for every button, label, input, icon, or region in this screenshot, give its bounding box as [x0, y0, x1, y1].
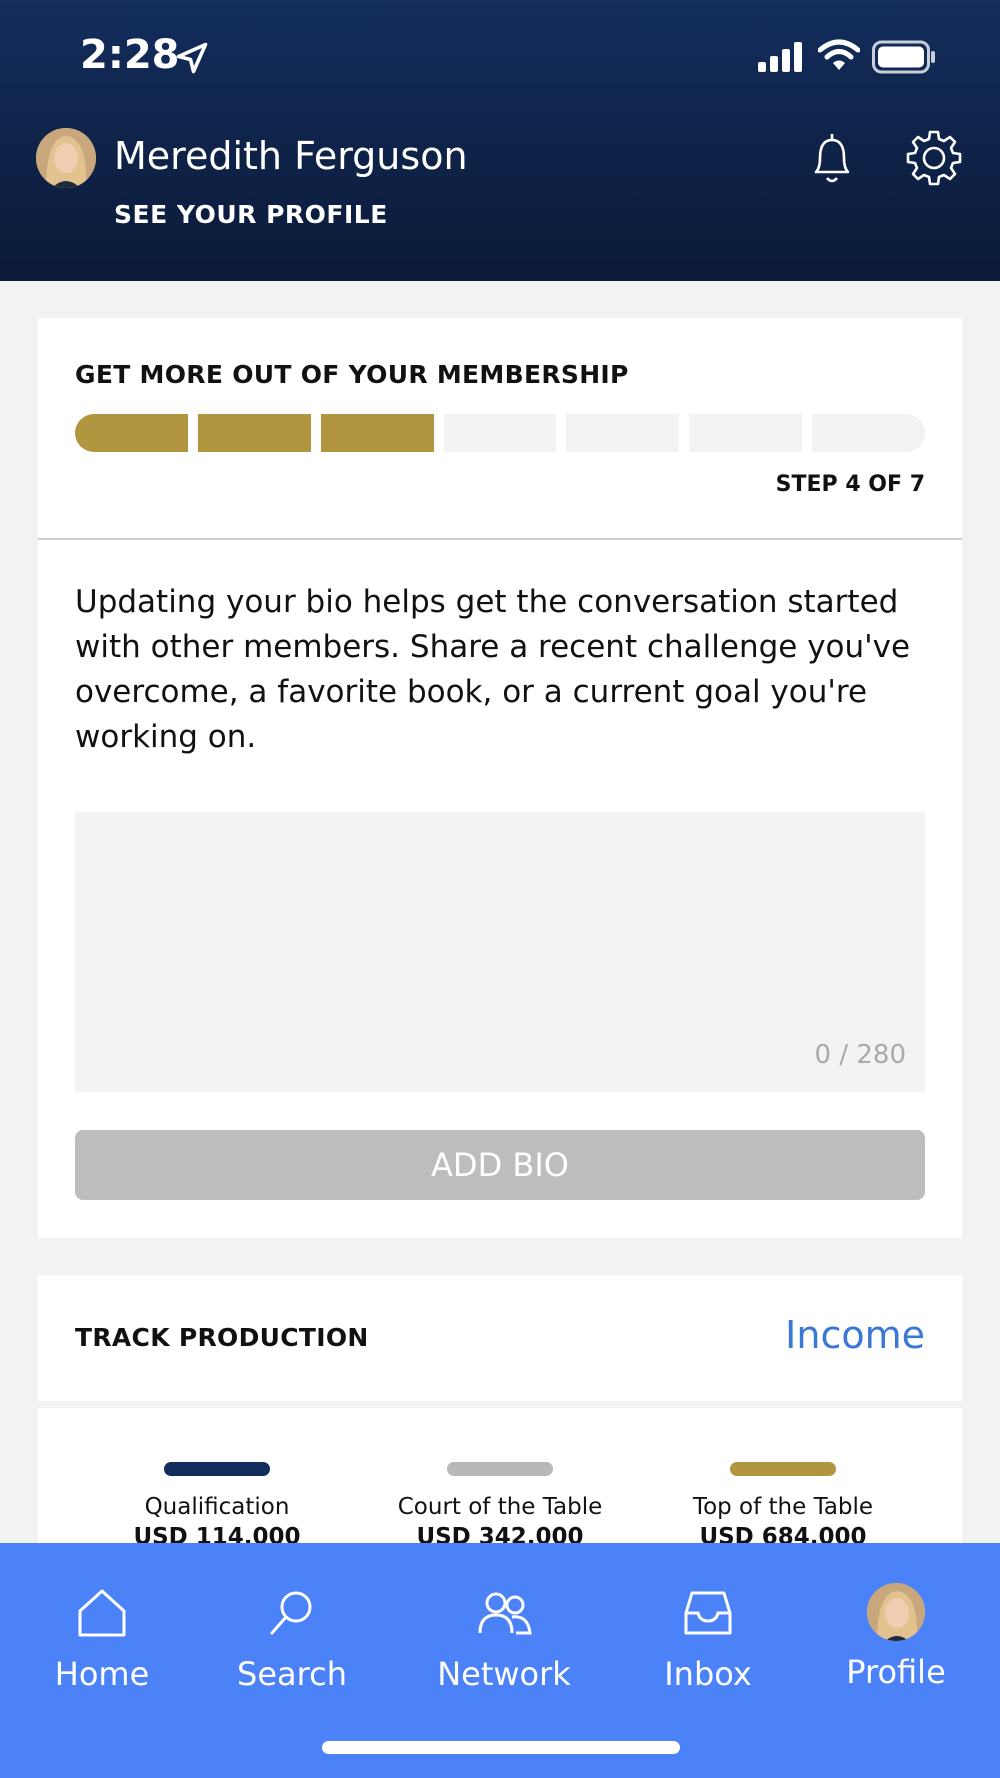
avatar[interactable]: [36, 128, 96, 188]
home-icon: [78, 1589, 126, 1637]
signal-icon: [758, 42, 802, 72]
header: 2:28 Meredith Ferguson SEE YOUR PROFILE: [0, 0, 1000, 281]
tab-search[interactable]: Search: [212, 1583, 372, 1693]
tab-label: Inbox: [664, 1655, 752, 1693]
level-color-bar: [164, 1462, 270, 1476]
membership-card: GET MORE OUT OF YOUR MEMBERSHIP STEP 4 O…: [38, 318, 962, 1238]
level-name: Court of the Table: [397, 1494, 603, 1520]
progress-step: [566, 414, 680, 452]
level-color-bar: [730, 1462, 836, 1476]
status-time: 2:28: [80, 32, 180, 78]
bio-char-count: 0 / 280: [814, 1040, 906, 1070]
track-production-title: TRACK PRODUCTION: [75, 1323, 369, 1352]
tab-profile[interactable]: Profile: [816, 1583, 976, 1691]
level-top-of-the-table: Top of the Table USD 684,000: [643, 1462, 923, 1550]
progress-step: [320, 414, 434, 452]
track-production-card: TRACK PRODUCTION Income: [38, 1275, 962, 1401]
income-link[interactable]: Income: [785, 1313, 925, 1357]
level-name: Top of the Table: [692, 1494, 874, 1520]
search-icon: [270, 1591, 312, 1635]
tab-label: Home: [54, 1655, 150, 1693]
bell-icon[interactable]: [802, 128, 862, 188]
production-levels: Qualification USD 114,000 Court of the T…: [38, 1408, 962, 1550]
level-name: Qualification: [144, 1494, 290, 1520]
wifi-icon: [818, 39, 860, 70]
membership-title: GET MORE OUT OF YOUR MEMBERSHIP: [75, 360, 629, 389]
progress-step: [443, 414, 557, 452]
see-profile-link[interactable]: SEE YOUR PROFILE: [114, 200, 388, 229]
gear-icon[interactable]: [904, 128, 964, 188]
tab-inbox[interactable]: Inbox: [628, 1583, 788, 1693]
bio-input[interactable]: [75, 812, 925, 1092]
user-name[interactable]: Meredith Ferguson: [114, 134, 468, 178]
level-court-of-the-table: Court of the Table USD 342,000: [360, 1462, 640, 1550]
progress-step: [812, 414, 926, 452]
tab-network[interactable]: Network: [424, 1583, 584, 1693]
tab-label: Profile: [846, 1653, 946, 1691]
progress-step: [197, 414, 311, 452]
level-qualification: Qualification USD 114,000: [77, 1462, 357, 1550]
battery-icon: [872, 40, 935, 74]
step-label: STEP 4 OF 7: [775, 472, 925, 497]
level-color-bar: [447, 1462, 553, 1476]
home-indicator: [322, 1741, 680, 1754]
divider: [38, 538, 962, 540]
membership-progress-bar: [75, 414, 926, 452]
tab-home[interactable]: Home: [22, 1583, 182, 1693]
progress-step: [75, 414, 188, 452]
add-bio-button[interactable]: ADD BIO: [75, 1130, 925, 1200]
inbox-icon: [684, 1591, 732, 1635]
avatar: [867, 1583, 925, 1641]
people-icon: [478, 1592, 532, 1635]
bio-prompt: Updating your bio helps get the conversa…: [75, 584, 911, 755]
tab-label: Search: [237, 1655, 347, 1693]
progress-step: [689, 414, 803, 452]
tab-label: Network: [437, 1655, 571, 1693]
location-arrow-icon: [176, 42, 208, 74]
